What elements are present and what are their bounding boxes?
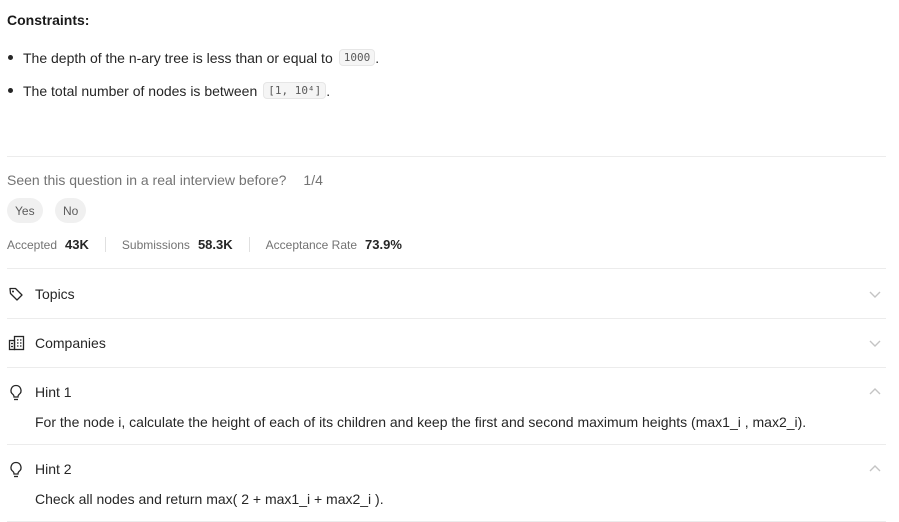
- divider: [7, 268, 886, 269]
- chevron-down-icon: [869, 291, 881, 298]
- constraint-suffix: .: [375, 49, 380, 66]
- stat-label: Acceptance Rate: [265, 237, 358, 252]
- constraint-item: The total number of nodes is between [1,…: [7, 82, 330, 99]
- divider: [7, 318, 886, 319]
- stat-value: 43K: [65, 237, 89, 252]
- interview-count: 1/4: [303, 172, 323, 188]
- chevron-down-icon: [869, 340, 881, 347]
- stat-acceptance-rate: Acceptance Rate 73.9%: [266, 237, 402, 252]
- stat-value: 58.3K: [197, 237, 233, 252]
- stats-bar: Accepted 43K Submissions 58.3K Acceptanc…: [7, 237, 402, 252]
- lightbulb-icon: [7, 460, 25, 478]
- hint-2-text: Check all nodes and return max( 2 + max1…: [35, 491, 384, 507]
- yes-button[interactable]: Yes: [7, 198, 43, 223]
- hint-1-toggle[interactable]: Hint 1: [7, 380, 886, 404]
- companies-label: Companies: [35, 335, 106, 351]
- divider: [7, 156, 886, 157]
- stat-label: Accepted: [7, 237, 58, 252]
- constraint-suffix: .: [326, 82, 331, 99]
- constraint-code: [1, 10⁴]: [263, 82, 327, 99]
- constraint-code: 1000: [338, 49, 376, 66]
- chevron-up-icon: [869, 388, 881, 395]
- bullet-dot: [8, 88, 13, 93]
- stat-submissions: Submissions 58.3K: [122, 237, 233, 252]
- hint-2-toggle[interactable]: Hint 2: [7, 457, 886, 481]
- building-icon: [7, 334, 25, 352]
- chevron-up-icon: [869, 465, 881, 472]
- bullet-dot: [8, 55, 13, 60]
- constraint-text: The depth of the n-ary tree is less than…: [23, 49, 333, 66]
- no-button[interactable]: No: [55, 198, 87, 223]
- constraints-title: Constraints:: [7, 12, 90, 28]
- stat-label: Submissions: [121, 237, 190, 252]
- constraint-item: The depth of the n-ary tree is less than…: [7, 49, 379, 66]
- stat-accepted: Accepted 43K: [7, 237, 89, 252]
- stat-separator: [248, 237, 250, 252]
- lightbulb-icon: [7, 383, 25, 401]
- stat-value: 73.9%: [365, 237, 402, 252]
- divider: [7, 367, 886, 368]
- companies-section-toggle[interactable]: Companies: [7, 331, 886, 355]
- topics-label: Topics: [35, 286, 75, 302]
- stat-separator: [104, 237, 106, 252]
- interview-prompt: Seen this question in a real interview b…: [7, 172, 323, 188]
- topics-section-toggle[interactable]: Topics: [7, 282, 886, 306]
- interview-question: Seen this question in a real interview b…: [7, 172, 287, 188]
- hint-1-label: Hint 1: [35, 384, 72, 400]
- hint-1-text: For the node i, calculate the height of …: [35, 414, 807, 430]
- tag-icon: [7, 285, 25, 303]
- constraint-text: The total number of nodes is between: [23, 82, 258, 99]
- hint-2-label: Hint 2: [35, 461, 72, 477]
- divider: [7, 444, 886, 445]
